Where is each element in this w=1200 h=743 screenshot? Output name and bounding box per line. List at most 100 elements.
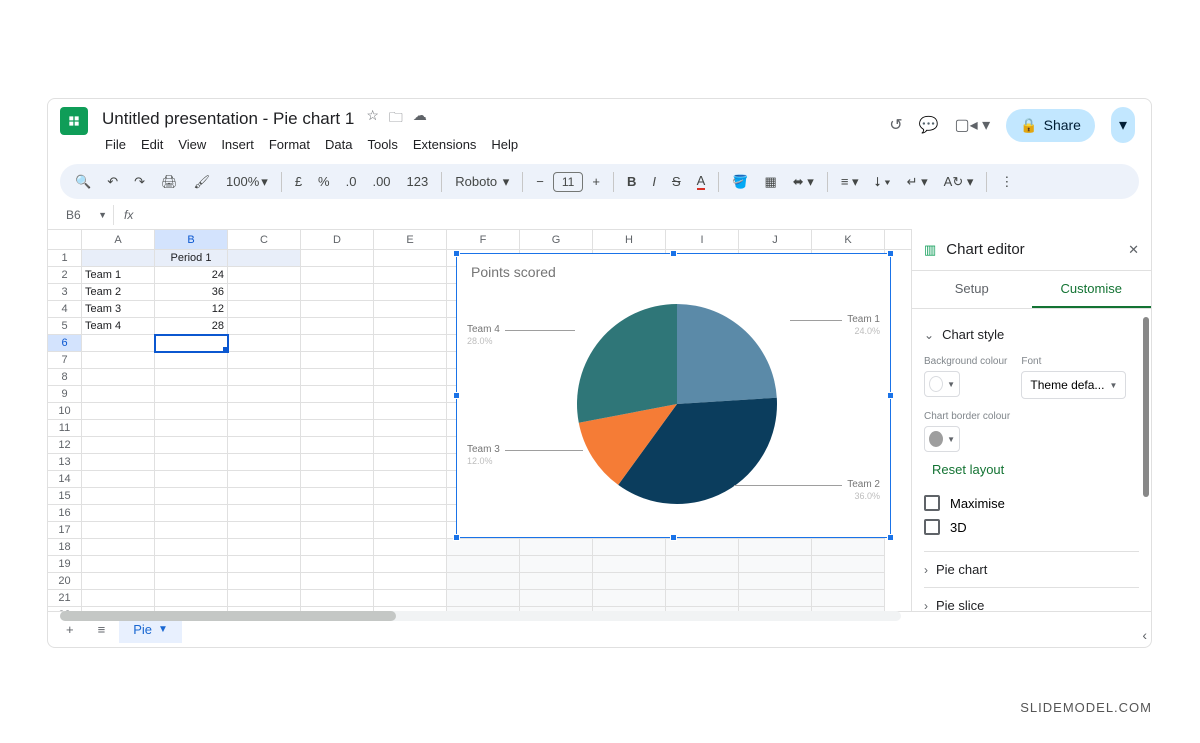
row-header[interactable]: 19 bbox=[48, 556, 82, 573]
menu-insert[interactable]: Insert bbox=[214, 133, 261, 156]
cell[interactable] bbox=[374, 386, 447, 403]
cell[interactable] bbox=[374, 454, 447, 471]
paint-format-icon[interactable]: 🖌 bbox=[187, 169, 218, 195]
cell[interactable] bbox=[301, 369, 374, 386]
cell[interactable] bbox=[301, 284, 374, 301]
cell[interactable] bbox=[301, 403, 374, 420]
cell[interactable] bbox=[374, 284, 447, 301]
col-header[interactable]: B bbox=[155, 230, 228, 249]
cell[interactable]: 36 bbox=[155, 284, 228, 301]
reset-layout-button[interactable]: Reset layout bbox=[924, 456, 1012, 483]
cell[interactable] bbox=[155, 488, 228, 505]
cell[interactable] bbox=[228, 420, 301, 437]
cell[interactable] bbox=[82, 573, 155, 590]
cell[interactable] bbox=[228, 573, 301, 590]
cell[interactable] bbox=[155, 454, 228, 471]
print-icon[interactable]: 🖨 bbox=[154, 169, 185, 195]
cell[interactable] bbox=[374, 471, 447, 488]
row-header[interactable]: 8 bbox=[48, 369, 82, 386]
cell[interactable] bbox=[447, 539, 520, 556]
col-header[interactable]: D bbox=[301, 230, 374, 249]
cell[interactable] bbox=[374, 352, 447, 369]
menu-tools[interactable]: Tools bbox=[360, 133, 404, 156]
close-icon[interactable]: ✕ bbox=[1128, 242, 1139, 258]
row-header[interactable]: 7 bbox=[48, 352, 82, 369]
cell[interactable] bbox=[155, 403, 228, 420]
cell[interactable]: 24 bbox=[155, 267, 228, 284]
decrease-decimal-icon[interactable]: .0 bbox=[339, 169, 364, 194]
cell[interactable] bbox=[374, 267, 447, 284]
cell[interactable] bbox=[301, 352, 374, 369]
row-header[interactable]: 20 bbox=[48, 573, 82, 590]
section-chart-style[interactable]: ⌄ Chart style bbox=[924, 317, 1139, 352]
cell[interactable] bbox=[155, 505, 228, 522]
cell[interactable] bbox=[228, 335, 301, 352]
cell[interactable] bbox=[520, 573, 593, 590]
cell[interactable] bbox=[739, 573, 812, 590]
cell[interactable]: Team 4 bbox=[82, 318, 155, 335]
cell[interactable] bbox=[301, 267, 374, 284]
cell[interactable] bbox=[82, 420, 155, 437]
cell[interactable] bbox=[593, 539, 666, 556]
resize-handle[interactable] bbox=[887, 392, 894, 399]
cell[interactable] bbox=[301, 556, 374, 573]
resize-handle[interactable] bbox=[453, 250, 460, 257]
cell[interactable] bbox=[82, 352, 155, 369]
cell[interactable] bbox=[301, 505, 374, 522]
cell[interactable] bbox=[374, 403, 447, 420]
cell[interactable]: Team 1 bbox=[82, 267, 155, 284]
menu-extensions[interactable]: Extensions bbox=[406, 133, 484, 156]
cell[interactable] bbox=[228, 437, 301, 454]
cell[interactable] bbox=[301, 590, 374, 607]
row-header[interactable]: 9 bbox=[48, 386, 82, 403]
bg-color-picker[interactable]: ▼ bbox=[924, 371, 960, 397]
cell[interactable] bbox=[301, 454, 374, 471]
cell[interactable] bbox=[228, 539, 301, 556]
cell[interactable]: Period 1 bbox=[155, 250, 228, 267]
col-header[interactable]: G bbox=[520, 230, 593, 249]
cell[interactable] bbox=[374, 420, 447, 437]
col-header[interactable]: A bbox=[82, 230, 155, 249]
row-header[interactable]: 6 bbox=[48, 335, 82, 352]
more-formats-icon[interactable]: 123 bbox=[400, 169, 436, 194]
rotate-icon[interactable]: A↻ ▾ bbox=[937, 169, 981, 195]
cell[interactable] bbox=[812, 590, 885, 607]
font-size-input[interactable]: 11 bbox=[553, 172, 583, 192]
wrap-icon[interactable]: ↵ ▾ bbox=[900, 169, 935, 195]
cell[interactable] bbox=[301, 471, 374, 488]
cell[interactable] bbox=[301, 522, 374, 539]
cell[interactable] bbox=[228, 352, 301, 369]
cell[interactable] bbox=[593, 556, 666, 573]
menu-edit[interactable]: Edit bbox=[134, 133, 170, 156]
cell[interactable] bbox=[228, 250, 301, 267]
cell[interactable] bbox=[812, 556, 885, 573]
font-family-select[interactable]: Roboto ▾ bbox=[448, 169, 516, 195]
cell[interactable] bbox=[82, 539, 155, 556]
cell[interactable] bbox=[301, 335, 374, 352]
menu-file[interactable]: File bbox=[98, 133, 133, 156]
cell[interactable] bbox=[301, 420, 374, 437]
cell[interactable] bbox=[374, 539, 447, 556]
row-header[interactable]: 15 bbox=[48, 488, 82, 505]
cell[interactable] bbox=[520, 590, 593, 607]
percent-icon[interactable]: % bbox=[311, 169, 337, 194]
cell[interactable] bbox=[301, 318, 374, 335]
row-header[interactable]: 4 bbox=[48, 301, 82, 318]
row-header[interactable]: 10 bbox=[48, 403, 82, 420]
col-header[interactable]: C bbox=[228, 230, 301, 249]
cell[interactable] bbox=[228, 556, 301, 573]
cell[interactable] bbox=[374, 488, 447, 505]
document-title[interactable]: Untitled presentation - Pie chart 1 bbox=[98, 107, 358, 131]
cell[interactable] bbox=[228, 522, 301, 539]
menu-view[interactable]: View bbox=[171, 133, 213, 156]
increase-font-icon[interactable]: + bbox=[585, 169, 607, 194]
strikethrough-icon[interactable]: S bbox=[665, 169, 688, 194]
cell[interactable] bbox=[374, 522, 447, 539]
cell[interactable] bbox=[82, 590, 155, 607]
cell[interactable] bbox=[374, 556, 447, 573]
cell[interactable] bbox=[155, 522, 228, 539]
cell[interactable] bbox=[82, 335, 155, 352]
cell[interactable] bbox=[301, 437, 374, 454]
cell[interactable] bbox=[82, 403, 155, 420]
cell[interactable] bbox=[301, 573, 374, 590]
